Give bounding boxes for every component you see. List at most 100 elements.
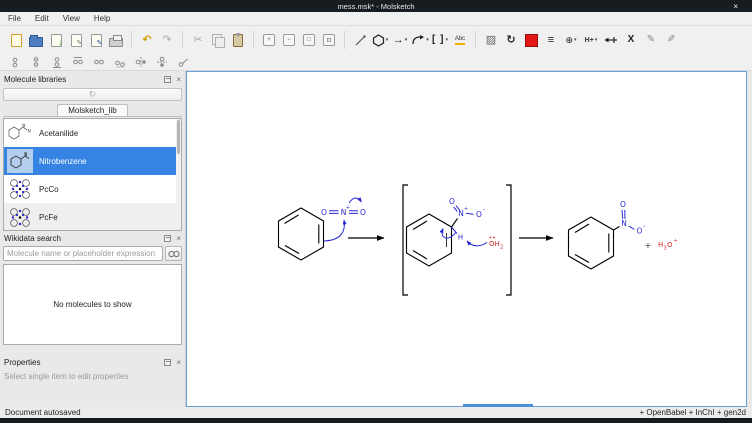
undo-button[interactable]: ↶ xyxy=(137,29,157,51)
pen-decrement-icon: ✎ xyxy=(667,35,675,45)
float-panel-icon[interactable] xyxy=(164,359,171,366)
pen-decrement-button[interactable]: ✎ xyxy=(661,29,681,51)
export-button[interactable]: ✎ xyxy=(86,29,106,51)
delete-tool-button[interactable]: X xyxy=(621,29,641,51)
molsketch-window: mess.msk* - Molsketch × File Edit View H… xyxy=(0,0,752,423)
chevron-down-icon[interactable]: ▾ xyxy=(595,37,598,43)
bracket-tool-button[interactable]: [ ] ▾ xyxy=(430,29,450,51)
align-horizontal-center-button[interactable] xyxy=(92,56,106,69)
undo-icon: ↶ xyxy=(142,35,151,46)
print-button[interactable] xyxy=(106,29,126,51)
water-molecule[interactable]: OH 2 xyxy=(489,237,503,251)
hydronium-ion[interactable]: H 3 O + xyxy=(658,238,678,252)
rotate-selection-button[interactable] xyxy=(176,56,190,69)
chevron-down-icon[interactable]: ▾ xyxy=(426,37,429,43)
arenium-intermediate[interactable]: H N + O O - xyxy=(407,197,485,266)
draw-bond-tool-button[interactable] xyxy=(350,29,370,51)
properties-panel: Properties × Select single item to edit … xyxy=(0,355,185,407)
hatch-select-tool-button[interactable]: ▨ xyxy=(481,29,501,51)
align-right-icon xyxy=(114,56,126,68)
chevron-down-icon[interactable]: ▾ xyxy=(386,37,389,43)
text-tool-button[interactable]: Abc xyxy=(450,29,470,51)
flip-horizontal-button[interactable] xyxy=(134,56,148,69)
line-width-icon: ≡ xyxy=(548,35,554,46)
status-plugins: + OpenBabel + InChI + gen2d xyxy=(639,408,752,417)
close-panel-icon[interactable]: × xyxy=(176,75,181,84)
close-panel-icon[interactable]: × xyxy=(176,358,181,367)
align-bottom-button[interactable] xyxy=(50,56,64,69)
hydrogen-icon: H+ xyxy=(585,37,594,44)
charge-plus: + xyxy=(346,205,350,211)
menu-view[interactable]: View xyxy=(63,14,80,23)
menu-file[interactable]: File xyxy=(8,14,21,23)
redo-icon: ↷ xyxy=(162,35,171,46)
list-item-pcfe[interactable]: PcFe xyxy=(4,203,181,231)
rotate-tool-button[interactable]: ↻ xyxy=(501,29,521,51)
line-width-button[interactable]: ≡ xyxy=(541,29,561,51)
save-button[interactable]: ↓ xyxy=(46,29,66,51)
dock-area: Molecule libraries × ↻ Molsketch_lib N A… xyxy=(0,71,186,407)
refresh-libraries-button[interactable]: ↻ xyxy=(3,88,182,101)
molecule-thumbnail xyxy=(7,205,33,229)
align-left-button[interactable] xyxy=(71,56,85,69)
flip-horizontal-icon xyxy=(135,56,147,68)
refresh-icon: ↻ xyxy=(89,89,97,100)
mechanism-arrow-water[interactable] xyxy=(467,241,487,246)
zoom-in-button[interactable]: + xyxy=(259,29,279,51)
nitrobenzene-product[interactable]: N O O - xyxy=(569,200,646,269)
scrollbar-thumb[interactable] xyxy=(177,120,180,154)
hydrogen-tool-button[interactable]: H+ ▾ xyxy=(581,29,601,51)
align-right-button[interactable] xyxy=(113,56,127,69)
delete-icon: X xyxy=(628,35,635,45)
chevron-down-icon[interactable]: ▾ xyxy=(445,37,448,43)
drawing-canvas[interactable]: O N + O xyxy=(186,71,747,407)
new-document-button[interactable] xyxy=(6,29,26,51)
flip-vertical-button[interactable] xyxy=(155,56,169,69)
search-button[interactable] xyxy=(165,246,182,261)
zoom-original-button[interactable]: □ xyxy=(299,29,319,51)
close-window-icon[interactable]: × xyxy=(733,0,738,12)
charge-tool-button[interactable]: ⊕ ▾ xyxy=(561,29,581,51)
reaction-arrow-tool-button[interactable]: → ▾ xyxy=(390,29,410,51)
paste-button[interactable] xyxy=(228,29,248,51)
align-top-button[interactable] xyxy=(8,56,22,69)
align-vertical-center-icon xyxy=(30,56,42,68)
tab-molsketch-lib[interactable]: Molsketch_lib xyxy=(57,104,127,116)
list-item-acetanilide[interactable]: N Acetanilide xyxy=(4,119,181,147)
zoom-out-button[interactable]: − xyxy=(279,29,299,51)
float-panel-icon[interactable] xyxy=(164,76,171,83)
redo-button[interactable]: ↷ xyxy=(157,29,177,51)
copy-button[interactable] xyxy=(208,29,228,51)
cut-button[interactable]: ✂ xyxy=(188,29,208,51)
molecule-label: Acetanilide xyxy=(39,129,78,138)
atom-oh: OH xyxy=(489,240,500,248)
chevron-down-icon[interactable]: ▾ xyxy=(574,37,577,43)
align-vertical-center-button[interactable] xyxy=(29,56,43,69)
zoom-fit-button[interactable]: ⊡ xyxy=(319,29,339,51)
svg-text:N: N xyxy=(28,129,31,135)
save-as-button[interactable]: ✎ xyxy=(66,29,86,51)
mechanism-arrow-tool-button[interactable]: ▾ xyxy=(410,29,430,51)
mechanism-arrow-shift[interactable] xyxy=(349,198,362,203)
properties-hint: Select single item to edit properties xyxy=(0,369,185,384)
chevron-down-icon[interactable]: ▾ xyxy=(405,37,408,43)
nitronium-ion[interactable]: O N + O xyxy=(321,205,366,217)
close-panel-icon[interactable]: × xyxy=(176,234,181,243)
search-input[interactable] xyxy=(3,246,163,261)
library-scrollbar[interactable] xyxy=(176,119,181,230)
mechanism-arrow-attack[interactable] xyxy=(324,220,344,241)
ring-tool-button[interactable]: ▾ xyxy=(370,29,390,51)
menu-edit[interactable]: Edit xyxy=(35,14,49,23)
pen-increment-button[interactable]: ✎ xyxy=(641,29,661,51)
open-file-button[interactable] xyxy=(26,29,46,51)
list-item-pcco[interactable]: PcCo xyxy=(4,175,181,203)
menu-help[interactable]: Help xyxy=(94,14,110,23)
rotate-icon: ↻ xyxy=(506,35,515,46)
color-swatch-button[interactable] xyxy=(521,29,541,51)
list-item-nitrobenzene[interactable]: Nitrobenzene xyxy=(4,147,181,175)
molecule-library-list: N Acetanilide Nitrobenzene PcCo xyxy=(3,118,182,231)
float-panel-icon[interactable] xyxy=(164,235,171,242)
arrow-plus-tool-button[interactable] xyxy=(601,29,621,51)
plus-sign: + xyxy=(645,241,652,250)
benzene-molecule[interactable] xyxy=(279,208,324,260)
